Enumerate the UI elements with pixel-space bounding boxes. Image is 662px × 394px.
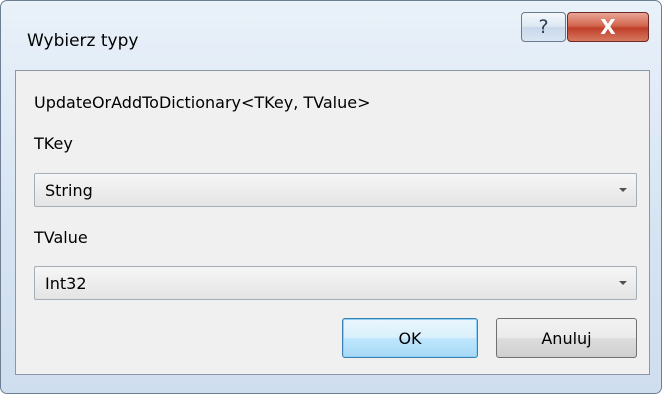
tvalue-combobox[interactable]: Int32 [34,266,637,300]
tkey-label: TKey [34,134,73,153]
chevron-down-icon [619,188,627,192]
ok-button[interactable]: OK [342,318,478,358]
close-icon: X [600,15,616,39]
chevron-down-icon [619,281,627,285]
tvalue-selected-value: Int32 [45,274,87,293]
question-mark-icon: ? [538,16,549,38]
method-signature-label: UpdateOrAddToDictionary<TKey, TValue> [34,93,371,112]
tvalue-label: TValue [34,228,88,247]
cancel-button[interactable]: Anuluj [496,318,637,358]
window-title: Wybierz typy [27,31,139,51]
tkey-selected-value: String [45,181,93,200]
help-button[interactable]: ? [521,12,566,42]
tkey-combobox[interactable]: String [34,173,637,207]
close-button[interactable]: X [567,12,649,42]
